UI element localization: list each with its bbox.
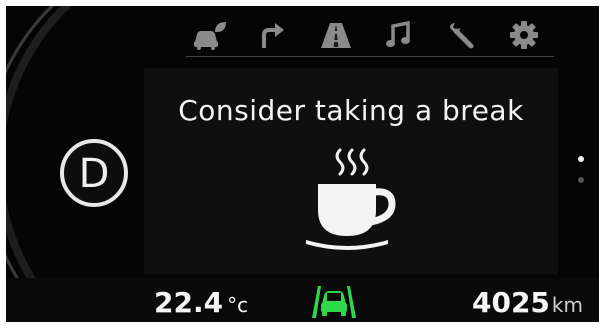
outside-temperature: 22.4 °c xyxy=(154,286,248,319)
page-indicator xyxy=(578,156,586,196)
gear-label: D xyxy=(78,150,110,197)
gear-indicator: D xyxy=(60,139,128,207)
menu-bar xyxy=(193,16,541,54)
message-title: Consider taking a break xyxy=(178,94,524,127)
gear-settings-icon[interactable] xyxy=(507,19,541,51)
temperature-unit: °c xyxy=(227,293,249,317)
temperature-value: 22.4 xyxy=(154,286,224,319)
page-dot-active xyxy=(578,156,584,162)
status-bar: 22.4 °c 4025 km xyxy=(6,278,599,322)
message-panel: Consider taking a break xyxy=(144,68,558,274)
eco-car-icon[interactable] xyxy=(193,19,227,51)
turn-arrow-icon[interactable] xyxy=(256,19,290,51)
odometer-value: 4025 xyxy=(471,286,550,319)
page-frame: D Consider taking a break 22.4 °c 4025 k… xyxy=(0,0,605,328)
wrench-icon[interactable] xyxy=(444,19,478,51)
coffee-cup-icon xyxy=(306,148,396,250)
lane-assist-icon xyxy=(312,286,356,318)
menu-divider xyxy=(186,56,554,57)
odometer: 4025 km xyxy=(472,286,583,319)
music-note-icon[interactable] xyxy=(381,19,415,51)
page-dot-inactive xyxy=(578,177,584,183)
instrument-display: D Consider taking a break 22.4 °c 4025 k… xyxy=(6,6,599,322)
odometer-unit: km xyxy=(551,293,583,317)
road-icon[interactable] xyxy=(319,19,353,51)
